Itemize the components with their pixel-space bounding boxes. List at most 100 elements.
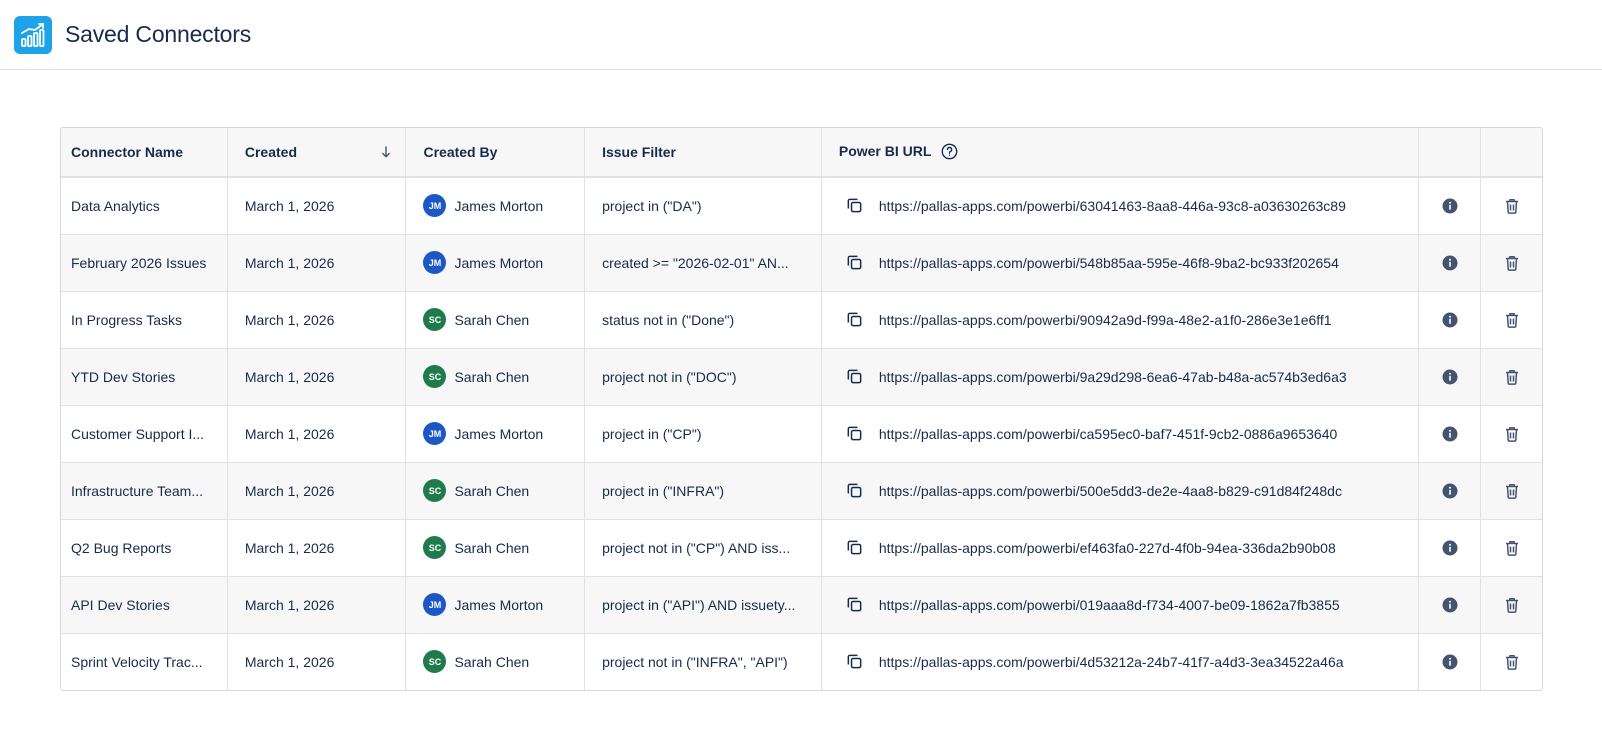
issue-filter-cell: project not in ("CP") AND iss... (584, 519, 822, 576)
trash-icon[interactable] (1505, 597, 1519, 613)
power-bi-url[interactable]: https://pallas-apps.com/powerbi/548b85aa… (879, 255, 1339, 271)
copy-icon[interactable] (846, 425, 863, 442)
connector-name-cell[interactable]: Data Analytics (61, 177, 228, 234)
trash-icon[interactable] (1505, 255, 1519, 271)
connector-name-cell[interactable]: In Progress Tasks (61, 291, 228, 348)
avatar: SC (423, 479, 447, 502)
connector-name-cell[interactable]: Sprint Velocity Trac... (61, 633, 228, 690)
trash-icon[interactable] (1505, 483, 1519, 499)
issue-filter: project in ("API") AND issuety... (602, 596, 796, 613)
connector-name-cell[interactable]: YTD Dev Stories (61, 348, 228, 405)
created-cell: March 1, 2026 (227, 291, 407, 348)
info-icon[interactable] (1442, 312, 1458, 328)
table-row[interactable]: Customer Support I... March 1, 2026 JM J… (61, 405, 1542, 462)
trash-icon[interactable] (1505, 540, 1519, 556)
info-icon[interactable] (1442, 483, 1458, 499)
issue-filter: created >= "2026-02-01" AN... (602, 254, 789, 271)
created-date: March 1, 2026 (244, 425, 335, 442)
copy-icon[interactable] (846, 653, 863, 670)
connector-name-cell[interactable]: API Dev Stories (61, 576, 228, 633)
table-row[interactable]: Data Analytics March 1, 2026 JM James Mo… (61, 177, 1542, 234)
copy-icon[interactable] (846, 482, 863, 499)
created-by-name: James Morton (454, 254, 544, 271)
column-header-label: Created (244, 144, 297, 160)
info-icon[interactable] (1442, 597, 1458, 613)
issue-filter-cell: project in ("API") AND issuety... (584, 576, 822, 633)
power-bi-url[interactable]: https://pallas-apps.com/powerbi/4d53212a… (879, 654, 1344, 670)
trash-icon[interactable] (1505, 198, 1519, 215)
trash-icon[interactable] (1505, 312, 1519, 328)
created-cell: March 1, 2026 (227, 177, 407, 234)
table-row[interactable]: Sprint Velocity Trac... March 1, 2026 SC… (61, 633, 1542, 690)
copy-icon[interactable] (846, 254, 863, 271)
column-header-created-by[interactable]: Created By (405, 128, 586, 177)
power-bi-url[interactable]: https://pallas-apps.com/powerbi/019aaa8d… (879, 597, 1340, 613)
connector-name-cell[interactable]: Customer Support I... (61, 405, 228, 462)
power-bi-url-cell: https://pallas-apps.com/powerbi/ef463fa0… (821, 519, 1419, 576)
trash-icon[interactable] (1505, 369, 1519, 385)
info-cell (1418, 291, 1482, 348)
connector-name-cell[interactable]: February 2026 Issues (61, 234, 228, 291)
table-row[interactable]: Q2 Bug Reports March 1, 2026 SC Sarah Ch… (61, 519, 1542, 576)
delete-cell (1481, 576, 1542, 633)
table-row[interactable]: YTD Dev Stories March 1, 2026 SC Sarah C… (61, 348, 1542, 405)
column-header-issue-filter[interactable]: Issue Filter (584, 128, 822, 177)
table-row[interactable]: API Dev Stories March 1, 2026 JM James M… (61, 576, 1542, 633)
copy-icon[interactable] (846, 539, 863, 556)
created-date: March 1, 2026 (244, 539, 335, 556)
copy-icon[interactable] (846, 311, 863, 328)
column-header-created[interactable]: Created (227, 128, 407, 177)
created-cell: March 1, 2026 (227, 519, 407, 576)
info-icon[interactable] (1442, 369, 1458, 385)
created-cell: March 1, 2026 (227, 234, 407, 291)
issue-filter-cell: project not in ("DOC") (584, 348, 822, 405)
trash-icon[interactable] (1505, 426, 1519, 442)
table-row[interactable]: Infrastructure Team... March 1, 2026 SC … (61, 462, 1542, 519)
created-by-name: James Morton (454, 425, 544, 442)
connector-name-cell[interactable]: Infrastructure Team... (61, 462, 228, 519)
created-date: March 1, 2026 (244, 254, 335, 271)
copy-icon[interactable] (846, 596, 863, 613)
info-icon[interactable] (1442, 654, 1458, 670)
created-by-cell: JM James Morton (405, 177, 586, 234)
power-bi-url[interactable]: https://pallas-apps.com/powerbi/500e5dd3… (879, 483, 1342, 499)
power-bi-url[interactable]: https://pallas-apps.com/powerbi/9a29d298… (879, 369, 1347, 385)
connector-name: Sprint Velocity Trac... (71, 653, 203, 670)
created-by-cell: SC Sarah Chen (405, 348, 586, 405)
info-icon[interactable] (1442, 540, 1458, 556)
column-header-connector-name[interactable]: Connector Name (61, 128, 228, 177)
page-title: Saved Connectors (65, 21, 252, 47)
info-cell (1418, 576, 1482, 633)
power-bi-url-cell: https://pallas-apps.com/powerbi/4d53212a… (821, 633, 1419, 690)
info-icon[interactable] (1442, 255, 1458, 271)
power-bi-url[interactable]: https://pallas-apps.com/powerbi/63041463… (879, 198, 1346, 214)
bar-chart-logo-icon (14, 15, 52, 54)
info-icon[interactable] (1442, 426, 1458, 442)
issue-filter-cell: project not in ("INFRA", "API") (584, 633, 822, 690)
created-by-name: Sarah Chen (454, 482, 530, 499)
copy-icon[interactable] (846, 197, 863, 214)
power-bi-url[interactable]: https://pallas-apps.com/powerbi/ca595ec0… (879, 426, 1337, 442)
created-by-cell: SC Sarah Chen (405, 633, 586, 690)
info-cell (1418, 177, 1482, 234)
copy-icon[interactable] (846, 368, 863, 385)
column-header-label: Connector Name (71, 144, 184, 160)
column-header-power-bi-url[interactable]: Power BI URL (821, 128, 1419, 177)
column-header-info (1418, 128, 1482, 177)
table-row[interactable]: In Progress Tasks March 1, 2026 SC Sarah… (61, 291, 1542, 348)
created-date: March 1, 2026 (244, 197, 335, 214)
trash-icon[interactable] (1505, 654, 1519, 671)
issue-filter-cell: status not in ("Done") (584, 291, 822, 348)
connector-name-cell[interactable]: Q2 Bug Reports (61, 519, 228, 576)
issue-filter-cell: project in ("INFRA") (584, 462, 822, 519)
question-circle-icon[interactable] (941, 143, 958, 160)
info-icon[interactable] (1442, 198, 1458, 214)
created-by-cell: JM James Morton (405, 234, 586, 291)
connector-name: In Progress Tasks (71, 311, 183, 328)
column-header-label: Created By (423, 144, 498, 160)
arrow-down-icon[interactable] (381, 146, 391, 158)
column-header-label: Issue Filter (602, 144, 676, 160)
power-bi-url[interactable]: https://pallas-apps.com/powerbi/90942a9d… (879, 312, 1332, 328)
power-bi-url[interactable]: https://pallas-apps.com/powerbi/ef463fa0… (879, 540, 1336, 556)
table-row[interactable]: February 2026 Issues March 1, 2026 JM Ja… (61, 234, 1542, 291)
